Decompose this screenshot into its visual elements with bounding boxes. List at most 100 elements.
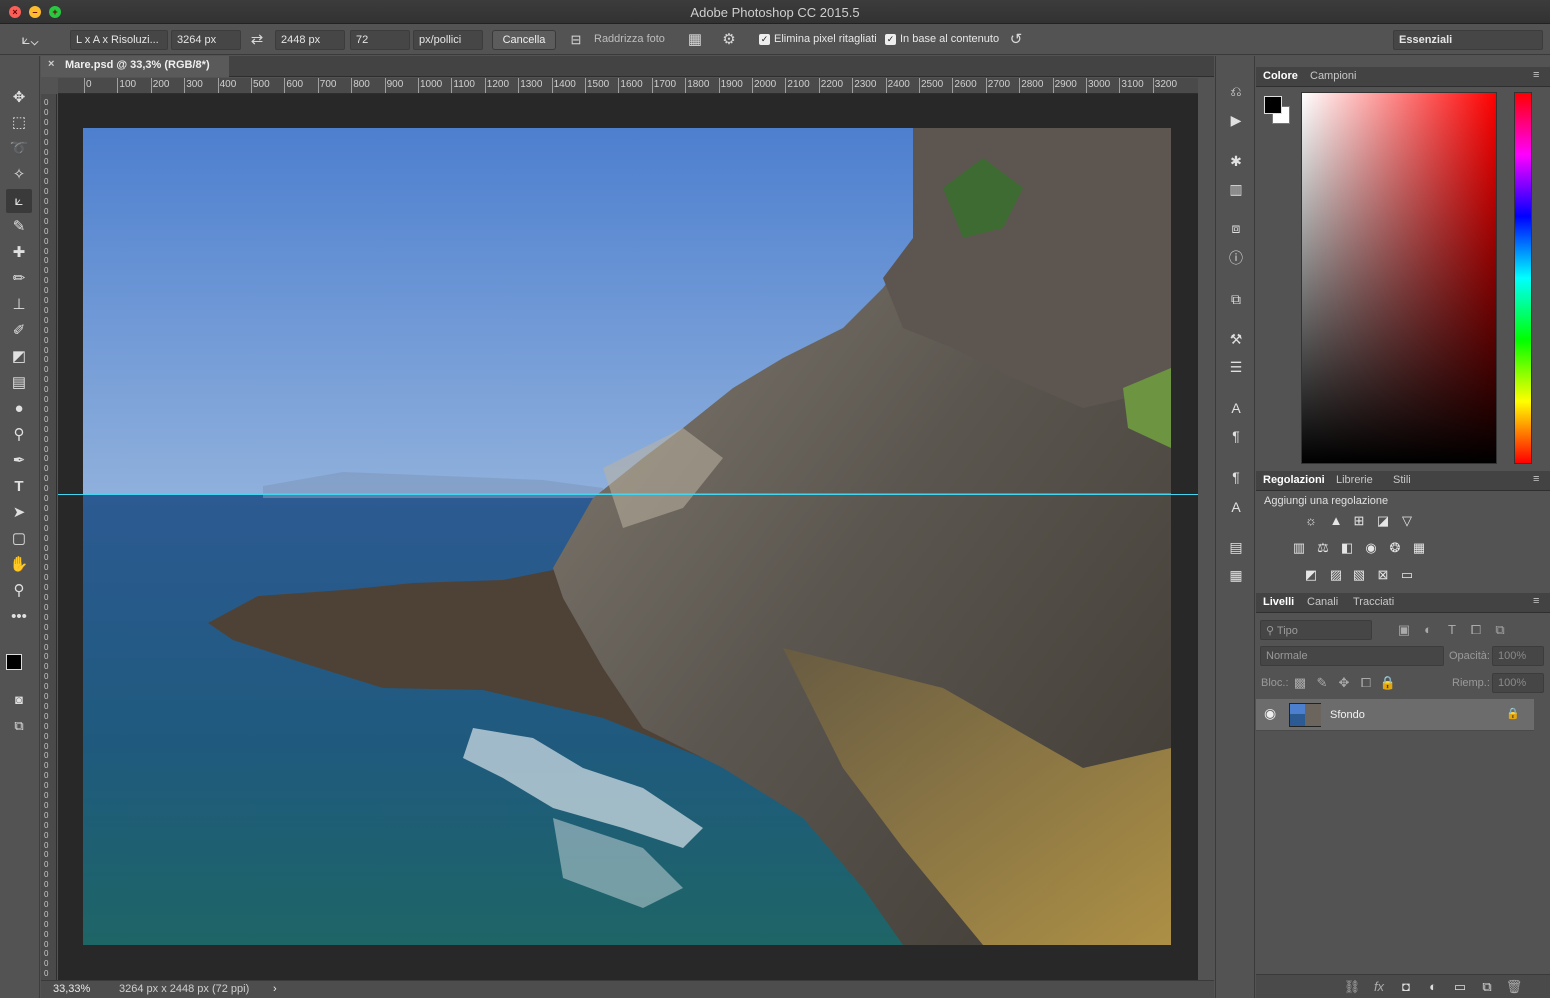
fill-input[interactable]: 100% — [1492, 673, 1544, 693]
crop-height-input[interactable]: 2448 px — [275, 30, 345, 50]
info-panel-icon[interactable]: ⓘ — [1224, 247, 1248, 269]
screen-mode-icon[interactable]: ⧉ — [6, 714, 32, 738]
lock-position-icon[interactable]: ✥ — [1334, 673, 1354, 693]
tab-librerie[interactable]: Librerie — [1336, 474, 1373, 486]
shape-tool-icon[interactable]: ▢ — [6, 527, 32, 551]
resolution-input[interactable]: 72 — [350, 30, 410, 50]
overlay-grid-icon[interactable]: ▦ — [684, 30, 706, 50]
tab-livelli[interactable]: Livelli — [1263, 596, 1294, 608]
brush-panel-icon[interactable]: ✱ — [1224, 150, 1248, 172]
crop-width-input[interactable]: 3264 px — [171, 30, 241, 50]
filter-smart-object-icon[interactable]: ⧉ — [1490, 620, 1510, 640]
tab-tracciati[interactable]: Tracciati — [1353, 596, 1394, 608]
history-panel-icon[interactable]: ⎌ — [1224, 80, 1248, 102]
content-aware-checkbox[interactable]: ✓ — [885, 34, 896, 45]
tab-colore[interactable]: Colore — [1263, 70, 1298, 82]
blend-mode-select[interactable]: Normale — [1260, 646, 1444, 666]
layer-row[interactable]: ◉ Sfondo 🔒 — [1256, 699, 1534, 731]
zoom-tool-icon[interactable]: ⚲ — [6, 579, 32, 603]
settings-gear-icon[interactable]: ⚙ — [718, 30, 740, 50]
healing-brush-tool-icon[interactable]: ✚ — [6, 241, 32, 265]
eyedropper-tool-icon[interactable]: ✎ — [6, 215, 32, 239]
threshold-icon[interactable]: ▧ — [1349, 565, 1369, 585]
exposure-icon[interactable]: ◪ — [1373, 511, 1393, 531]
tab-canali[interactable]: Canali — [1307, 596, 1338, 608]
straighten-icon[interactable]: ⊟ — [566, 30, 586, 50]
lock-all-icon[interactable]: 🔒 — [1378, 673, 1398, 693]
properties-panel-icon[interactable]: ☰ — [1224, 356, 1248, 378]
vibrance-icon[interactable]: ▽ — [1397, 511, 1417, 531]
layer-comps-panel-icon[interactable]: ▦ — [1224, 564, 1248, 586]
type-tool-icon[interactable]: T — [6, 475, 32, 499]
hue-saturation-icon[interactable]: ▥ — [1289, 538, 1309, 558]
blur-tool-icon[interactable]: ● — [6, 397, 32, 421]
history-brush-tool-icon[interactable]: ✐ — [6, 319, 32, 343]
panel-menu-icon[interactable]: ≡ — [1533, 69, 1539, 81]
black-white-icon[interactable]: ◧ — [1337, 538, 1357, 558]
document-tab[interactable]: × Mare.psd @ 33,3% (RGB/8*) — [41, 56, 229, 77]
color-balance-icon[interactable]: ⚖ — [1313, 538, 1333, 558]
selective-color-icon[interactable]: ⊠ — [1373, 565, 1393, 585]
dodge-tool-icon[interactable]: ⚲ — [6, 423, 32, 447]
move-tool-icon[interactable]: ✥ — [6, 86, 32, 110]
foreground-color-chip[interactable] — [1264, 96, 1282, 114]
posterize-icon[interactable]: ▨ — [1326, 565, 1346, 585]
workspace-select[interactable]: Essenziali — [1393, 30, 1543, 50]
document-image[interactable] — [83, 128, 1171, 945]
tab-campioni[interactable]: Campioni — [1310, 70, 1356, 82]
filter-adjustment-icon[interactable]: ◐ — [1418, 620, 1438, 640]
swap-dimensions-icon[interactable]: ⇄ — [247, 30, 267, 50]
hand-tool-icon[interactable]: ✋ — [6, 553, 32, 577]
character-panel-icon[interactable]: A — [1224, 397, 1248, 419]
lock-artboard-icon[interactable]: ⧠ — [1356, 673, 1376, 693]
clear-button[interactable]: Cancella — [492, 30, 556, 50]
reset-icon[interactable]: ↺ — [1005, 30, 1027, 50]
lasso-tool-icon[interactable]: ➰ — [6, 137, 32, 161]
new-adjustment-layer-icon[interactable]: ◐ — [1423, 977, 1443, 997]
channel-mixer-icon[interactable]: ❂ — [1385, 538, 1405, 558]
gradient-tool-icon[interactable]: ▤ — [6, 371, 32, 395]
lock-pixels-icon[interactable]: ✎ — [1312, 673, 1332, 693]
more-tools-icon[interactable]: ••• — [6, 605, 32, 629]
layer-style-fx-icon[interactable]: fx — [1369, 977, 1389, 997]
layer-filter-select[interactable]: ⚲ Tipo — [1260, 620, 1372, 640]
status-menu-arrow-icon[interactable]: › — [273, 983, 277, 995]
link-layers-icon[interactable]: ⛓ — [1342, 977, 1362, 997]
paragraph-styles-panel-icon[interactable]: ¶ — [1224, 466, 1248, 488]
pen-tool-icon[interactable]: ✒ — [6, 449, 32, 473]
curves-icon[interactable]: ⊞ — [1349, 511, 1369, 531]
paragraph-panel-icon[interactable]: ¶ — [1224, 425, 1248, 447]
filter-shape-icon[interactable]: ⧠ — [1466, 620, 1486, 640]
character-styles-panel-icon[interactable]: A — [1224, 496, 1248, 518]
quick-mask-icon[interactable]: ◙ — [6, 688, 32, 712]
panel-menu-icon[interactable]: ≡ — [1533, 595, 1539, 607]
brightness-contrast-icon[interactable]: ☼ — [1301, 511, 1321, 531]
clone-stamp-tool-icon[interactable]: ⊥ — [6, 293, 32, 317]
levels-icon[interactable]: ▲ — [1326, 511, 1346, 531]
zoom-level[interactable]: 33,33% — [53, 983, 90, 995]
filter-type-icon[interactable]: T — [1442, 620, 1462, 640]
notes-panel-icon[interactable]: ▤ — [1224, 536, 1248, 558]
hue-slider[interactable] — [1514, 92, 1532, 464]
resolution-unit-select[interactable]: px/pollici — [413, 30, 483, 50]
new-group-icon[interactable]: ▭ — [1450, 977, 1470, 997]
photo-filter-icon[interactable]: ◉ — [1361, 538, 1381, 558]
crop-tool-preset-icon[interactable]: ⟀⌄ — [16, 30, 44, 50]
actions-panel-icon[interactable]: ▶ — [1224, 109, 1248, 131]
color-lookup-icon[interactable]: ▦ — [1409, 538, 1429, 558]
gradient-map-icon[interactable]: ▭ — [1397, 565, 1417, 585]
crop-preset-select[interactable]: L x A x Risoluzi... — [70, 30, 168, 50]
navigator-panel-icon[interactable]: ⧈ — [1224, 217, 1248, 239]
color-field[interactable] — [1301, 92, 1497, 464]
crop-tool-icon[interactable]: ⟀ — [6, 189, 32, 213]
delete-layer-icon[interactable]: 🗑 — [1504, 977, 1524, 997]
tool-presets-panel-icon[interactable]: ⚒ — [1224, 328, 1248, 350]
new-layer-icon[interactable]: ⧉ — [1477, 977, 1497, 997]
panel-menu-icon[interactable]: ≡ — [1533, 473, 1539, 485]
straighten-button[interactable]: Raddrizza foto — [594, 33, 665, 45]
lock-transparent-icon[interactable]: ▩ — [1290, 673, 1310, 693]
histogram-panel-icon[interactable]: ▥ — [1224, 178, 1248, 200]
eraser-tool-icon[interactable]: ◩ — [6, 345, 32, 369]
magic-wand-tool-icon[interactable]: ✧ — [6, 163, 32, 187]
clone-source-panel-icon[interactable]: ⧉ — [1224, 288, 1248, 310]
